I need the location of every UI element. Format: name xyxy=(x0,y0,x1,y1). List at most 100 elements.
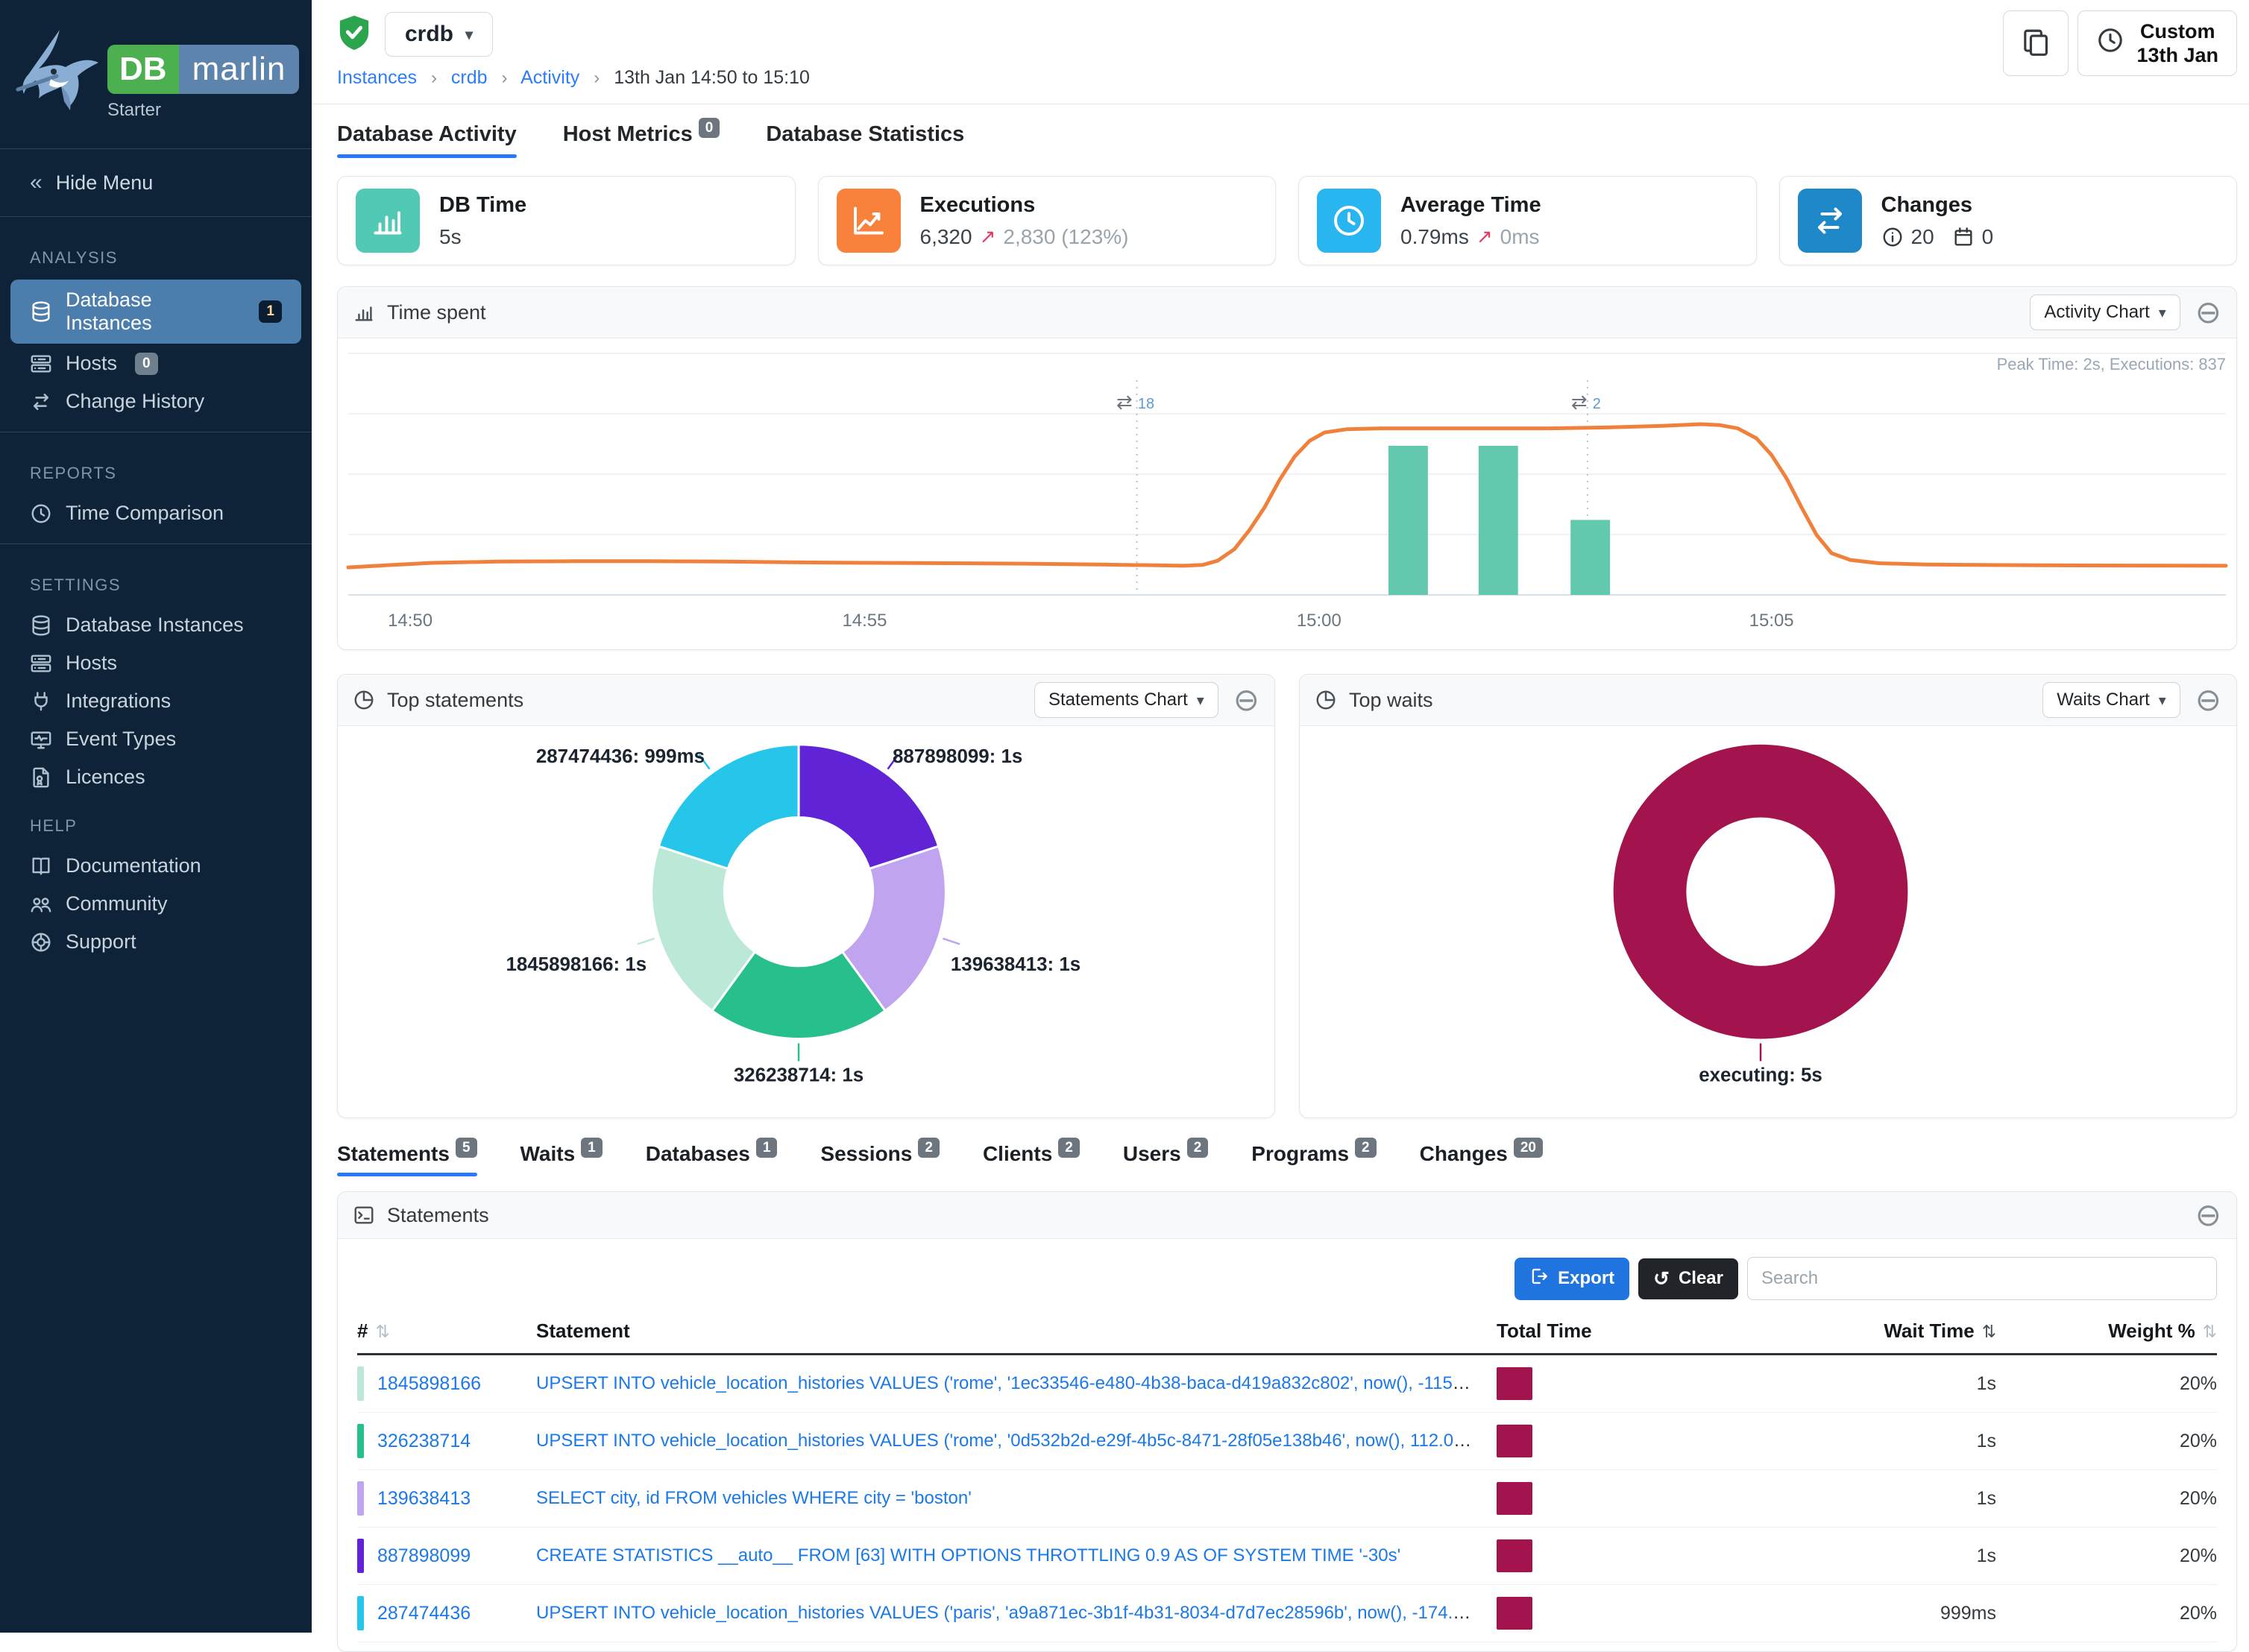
detail-tab-users[interactable]: Users2 xyxy=(1123,1142,1208,1176)
tab-label: Sessions xyxy=(820,1142,912,1165)
tab-database-activity[interactable]: Database Activity xyxy=(337,122,517,158)
tab-database-statistics[interactable]: Database Statistics xyxy=(766,122,964,158)
sidebar-item-label: Change History xyxy=(66,390,204,413)
column-header-wait-time[interactable]: Wait Time⇅ xyxy=(1825,1320,1996,1343)
panel-title: Top waits xyxy=(1349,689,1433,712)
wait-time-value: 999ms xyxy=(1825,1603,1996,1624)
count-badge: 1 xyxy=(581,1138,603,1158)
trend-up-icon: ↗ xyxy=(980,225,996,248)
donut-label: 1845898166: 1s xyxy=(506,954,647,975)
top-waits-panel: Top waits Waits Chart ▾ ⊖ executing: 5s xyxy=(1299,674,2237,1118)
time-range-button[interactable]: Custom 13th Jan xyxy=(2077,10,2237,76)
clear-button[interactable]: ↺ Clear xyxy=(1638,1258,1738,1299)
detail-tab-clients[interactable]: Clients2 xyxy=(983,1142,1080,1176)
column-header-weight[interactable]: Weight %⇅ xyxy=(1996,1320,2217,1343)
activity-chart-menu-button[interactable]: Activity Chart ▾ xyxy=(2030,294,2180,330)
statement-sql-link[interactable]: UPSERT INTO vehicle_location_histories V… xyxy=(536,1431,1497,1451)
donut-label: 326238714: 1s xyxy=(734,1065,864,1085)
waits-chart-menu-button[interactable]: Waits Chart ▾ xyxy=(2042,682,2180,718)
copy-link-button[interactable] xyxy=(2003,10,2069,76)
sidebar-item-time-comparison[interactable]: Time Comparison xyxy=(10,495,301,532)
statement-id-link[interactable]: 887898099 xyxy=(377,1545,471,1567)
statement-id-link[interactable]: 139638413 xyxy=(377,1488,471,1510)
breadcrumb-instances[interactable]: Instances xyxy=(337,67,417,88)
sidebar-section-help: HELP xyxy=(0,797,312,846)
tab-label: Database Statistics xyxy=(766,122,964,146)
tab-label: Statements xyxy=(337,1142,450,1165)
statement-color-chip xyxy=(357,1366,364,1401)
database-icon xyxy=(30,614,52,637)
donut-label: 887898099: 1s xyxy=(893,746,1022,767)
sidebar-item-database-instances[interactable]: Database Instances1 xyxy=(10,280,301,344)
detail-tab-programs[interactable]: Programs2 xyxy=(1251,1142,1376,1176)
count-badge: 2 xyxy=(918,1138,940,1158)
sidebar-item-hosts[interactable]: Hosts xyxy=(10,645,301,681)
kpi-executions: Executions 6,320 ↗ 2,830 (123%) xyxy=(818,176,1277,265)
sidebar-item-support[interactable]: Support xyxy=(10,924,301,960)
weight-value: 20% xyxy=(1996,1373,2217,1395)
column-header-total-time[interactable]: Total Time xyxy=(1497,1320,1825,1343)
kpi-row: DB Time 5s Executions 6,320 ↗ 2,830 (123… xyxy=(337,176,2237,265)
statements-chart-menu-button[interactable]: Statements Chart ▾ xyxy=(1034,682,1218,718)
collapse-panel-button[interactable]: ⊖ xyxy=(2195,684,2221,716)
time-range-date: 13th Jan xyxy=(2136,43,2218,67)
column-header-id[interactable]: #⇅ xyxy=(357,1320,536,1343)
statement-id-link[interactable]: 287474436 xyxy=(377,1603,471,1624)
time-spent-panel: Time spent Activity Chart ▾ ⊖ ⇄ 18⇄ 214:… xyxy=(337,286,2237,650)
search-input[interactable] xyxy=(1747,1257,2217,1300)
event-icon xyxy=(30,728,52,751)
detail-tab-waits[interactable]: Waits1 xyxy=(520,1142,603,1176)
detail-tab-statements[interactable]: Statements5 xyxy=(337,1142,477,1176)
donut-label: 287474436: 999ms xyxy=(536,746,705,767)
column-header-statement[interactable]: Statement xyxy=(536,1320,1497,1343)
tab-host-metrics[interactable]: Host Metrics0 xyxy=(563,122,720,158)
instance-selector[interactable]: crdb ▾ xyxy=(385,12,493,57)
kpi-title: Executions xyxy=(920,193,1129,218)
sidebar-item-hosts[interactable]: Hosts0 xyxy=(10,345,301,382)
sidebar-item-database-instances[interactable]: Database Instances xyxy=(10,607,301,643)
collapse-panel-button[interactable]: ⊖ xyxy=(2195,1199,2221,1231)
plan-label: Starter xyxy=(107,100,299,121)
statement-id-link[interactable]: 1845898166 xyxy=(377,1373,481,1395)
sidebar-item-change-history[interactable]: Change History xyxy=(10,383,301,420)
chart-summary: Peak Time: 2s, Executions: 837 xyxy=(1997,355,2226,373)
divider xyxy=(0,148,312,149)
info-icon xyxy=(1881,226,1904,248)
total-time-bar xyxy=(1497,1425,1532,1457)
collapse-panel-button[interactable]: ⊖ xyxy=(1233,684,1259,716)
caret-down-icon: ▾ xyxy=(2159,691,2166,710)
donut-slice-executing[interactable] xyxy=(1650,781,1872,1003)
statement-sql-link[interactable]: UPSERT INTO vehicle_location_histories V… xyxy=(536,1603,1497,1623)
sidebar-item-community[interactable]: Community xyxy=(10,886,301,922)
detail-tab-changes[interactable]: Changes20 xyxy=(1420,1142,1543,1176)
weight-value: 20% xyxy=(1996,1488,2217,1510)
breadcrumb: Instances › crdb › Activity › 13th Jan 1… xyxy=(337,67,2237,89)
kpi-changes: Changes 20 0 xyxy=(1779,176,2238,265)
x-axis-tick: 14:50 xyxy=(388,611,432,631)
export-button[interactable]: Export xyxy=(1514,1258,1629,1300)
statement-sql-link[interactable]: UPSERT INTO vehicle_location_histories V… xyxy=(536,1373,1497,1393)
collapse-panel-button[interactable]: ⊖ xyxy=(2195,297,2221,328)
sidebar-item-event-types[interactable]: Event Types xyxy=(10,721,301,757)
top-statements-panel: Top statements Statements Chart ▾ ⊖ 8878… xyxy=(337,674,1275,1118)
sidebar-item-documentation[interactable]: Documentation xyxy=(10,848,301,884)
donut-label: executing: 5s xyxy=(1699,1065,1822,1085)
tab-label: Changes xyxy=(1420,1142,1508,1165)
statement-sql-link[interactable]: SELECT city, id FROM vehicles WHERE city… xyxy=(536,1488,972,1508)
breadcrumb-activity[interactable]: Activity xyxy=(520,67,579,88)
x-axis-tick: 15:05 xyxy=(1749,611,1794,631)
total-time-bar xyxy=(1497,1539,1532,1572)
kpi-info-count: 20 xyxy=(1911,225,1934,249)
sidebar-section-analysis: ANALYSIS xyxy=(0,229,312,278)
detail-tab-databases[interactable]: Databases1 xyxy=(646,1142,778,1176)
brand-marlin: marlin xyxy=(179,45,300,94)
sidebar-item-integrations[interactable]: Integrations xyxy=(10,683,301,719)
hide-menu-button[interactable]: « Hide Menu xyxy=(0,161,312,204)
statement-sql-link[interactable]: CREATE STATISTICS __auto__ FROM [63] WIT… xyxy=(536,1545,1400,1566)
count-badge: 0 xyxy=(135,353,158,375)
count-badge: 1 xyxy=(756,1138,778,1158)
breadcrumb-crdb[interactable]: crdb xyxy=(451,67,488,88)
sidebar-item-licences[interactable]: Licences xyxy=(10,759,301,795)
detail-tab-sessions[interactable]: Sessions2 xyxy=(820,1142,940,1176)
statement-id-link[interactable]: 326238714 xyxy=(377,1431,471,1452)
